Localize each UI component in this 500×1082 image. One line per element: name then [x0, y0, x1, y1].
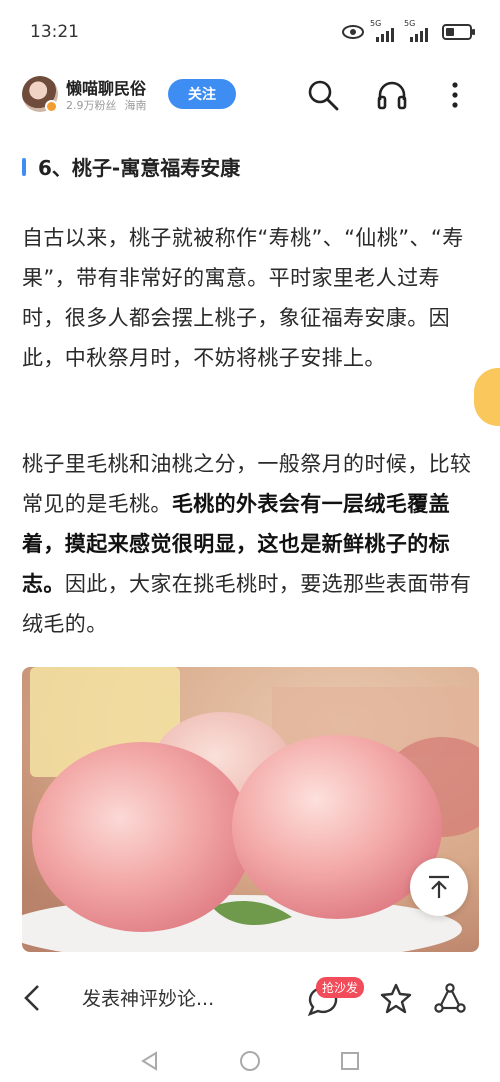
author-meta: 2.9万粉丝 海南	[66, 97, 147, 113]
signal-icon: 5G	[370, 19, 398, 42]
article-photo[interactable]	[22, 667, 479, 952]
section-marker	[22, 157, 26, 176]
comment-bar: 发表神评妙论... 抢沙发	[0, 960, 500, 1036]
edit-float-button[interactable]	[474, 368, 500, 426]
paragraph-1: 自古以来，桃子就被称作“寿桃”、“仙桃”、“寿果”，带有非常好的寓意。平时家里老…	[22, 226, 464, 370]
headphones-icon[interactable]	[375, 78, 409, 112]
battery-icon	[442, 24, 475, 40]
author-location: 海南	[124, 99, 147, 112]
nav-home-icon[interactable]	[238, 1049, 262, 1073]
follower-count: 2.9万粉丝	[66, 99, 117, 112]
search-icon[interactable]	[306, 78, 340, 112]
status-icons: 5G 5G	[342, 19, 475, 42]
status-time: 13:21	[30, 22, 79, 42]
section-title: 6、桃子-寓意福寿安康	[22, 152, 240, 181]
signal-icon: 5G	[404, 19, 432, 42]
comment-input[interactable]: 发表神评妙论...	[82, 984, 214, 1011]
sofa-badge[interactable]: 抢沙发	[316, 977, 365, 998]
back-icon[interactable]	[20, 982, 46, 1014]
author-name[interactable]: 懒喵聊民俗	[66, 75, 146, 99]
paragraph-2-end: 因此，大家在挑毛桃时，要选那些表面带有绒毛的。	[22, 572, 472, 636]
article-header: 懒喵聊民俗 2.9万粉丝 海南 关注	[0, 66, 500, 126]
verified-badge-icon	[45, 100, 58, 113]
status-bar: 13:21 5G 5G	[0, 0, 500, 66]
paragraph-2: 桃子里毛桃和油桃之分，一般祭月的时候，比较常见的是毛桃。毛桃的外表会有一层绒毛覆…	[22, 444, 482, 644]
nav-recents-icon[interactable]	[339, 1050, 361, 1072]
scroll-top-icon	[429, 875, 449, 898]
share-icon[interactable]	[434, 982, 466, 1014]
section-title-text: 6、桃子-寓意福寿安康	[38, 156, 241, 180]
peach-image	[22, 667, 479, 952]
star-icon[interactable]	[380, 982, 412, 1014]
system-nav-bar	[0, 1040, 500, 1082]
scroll-top-button[interactable]	[410, 858, 468, 916]
eye-icon	[342, 25, 364, 39]
follow-button[interactable]: 关注	[168, 79, 236, 109]
nav-back-icon[interactable]	[139, 1050, 161, 1072]
more-icon[interactable]	[438, 78, 472, 112]
